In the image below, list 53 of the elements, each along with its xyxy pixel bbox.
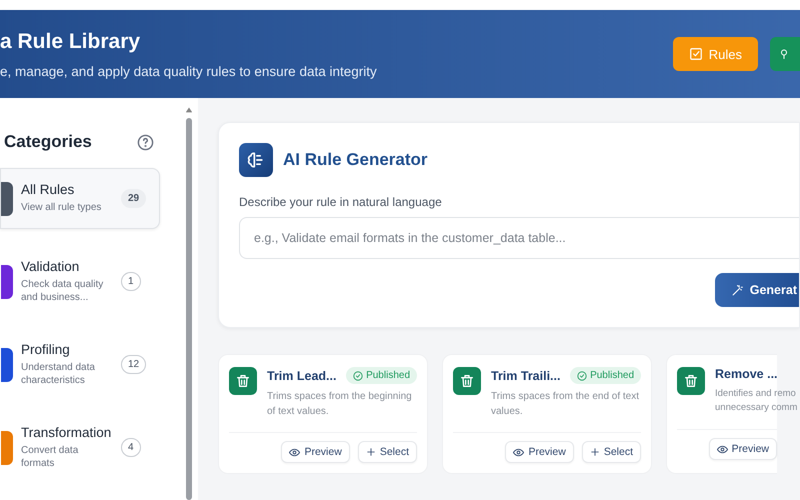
page-title: a Rule Library	[0, 30, 142, 54]
category-name: All Rules	[21, 182, 76, 198]
sidebar-title: Categories	[4, 132, 92, 152]
plus-icon	[590, 447, 600, 457]
rule-description: Trims spaces from the end of text values.	[491, 390, 640, 418]
trash-icon	[453, 367, 481, 395]
eye-icon	[716, 444, 728, 454]
category-item[interactable]: Profiling Understand data characteristics 12	[0, 334, 160, 395]
brain-icon	[239, 143, 273, 177]
help-icon	[137, 134, 154, 150]
select-button[interactable]: Select	[358, 441, 417, 463]
eye-icon	[513, 446, 524, 458]
count-badge: 12	[121, 355, 146, 374]
category-item[interactable]: Transformation Convert data formats 4	[0, 417, 160, 478]
checkbox-icon	[688, 47, 703, 61]
rule-description: Identifies and remo unnecessary comm	[715, 387, 798, 415]
category-name: Transformation	[21, 424, 112, 440]
preview-button[interactable]: Preview	[708, 438, 777, 460]
page-subtitle: e, manage, and apply data quality rules to ensure data integrity	[0, 64, 377, 78]
rule-name: Trim Traili...	[491, 368, 560, 382]
category-item[interactable]: Validation Check data quality and business... 1	[0, 251, 160, 312]
preview-button[interactable]: Preview	[281, 441, 350, 463]
header-button[interactable]	[770, 37, 800, 71]
category-description: Check data quality and business...	[21, 278, 104, 304]
category-name: Profiling	[21, 342, 71, 356]
generate-button[interactable]: Generat	[714, 273, 799, 307]
count-badge: 1	[121, 272, 141, 291]
count-badge: 4	[121, 438, 141, 457]
check-circle-icon	[353, 370, 364, 380]
rule-name: Remove ...	[715, 367, 778, 381]
trash-icon	[229, 367, 257, 395]
select-button[interactable]: Select	[582, 441, 641, 463]
field-label: Describe your rule in natural language	[239, 195, 443, 209]
trash-icon	[677, 367, 705, 395]
eye-icon	[289, 446, 300, 458]
category-description: Understand data characteristics	[21, 360, 96, 388]
category-description: Convert data formats	[21, 444, 80, 470]
plus-icon	[366, 447, 376, 457]
check-circle-icon	[577, 370, 588, 380]
magic-wand-icon	[730, 284, 744, 296]
rule-description: Trims spaces from the beginning of text values.	[267, 390, 413, 418]
preview-button[interactable]: Preview	[505, 441, 574, 463]
scroll-up-icon	[185, 106, 193, 114]
status-badge: Published	[346, 367, 417, 384]
rule-input-field[interactable]: e.g., Validate email formats in the customer_data table...	[239, 217, 799, 259]
pin-icon	[778, 48, 790, 60]
rule-name: Trim Lead...	[267, 368, 336, 382]
category-description: View all rule types	[21, 201, 102, 215]
count-badge: 29	[121, 189, 146, 208]
category-name: Validation	[21, 258, 80, 274]
status-badge: Published	[570, 367, 641, 384]
generator-title: AI Rule Generator	[283, 150, 428, 170]
category-item[interactable]: All Rules View all rule types 29	[0, 168, 160, 229]
